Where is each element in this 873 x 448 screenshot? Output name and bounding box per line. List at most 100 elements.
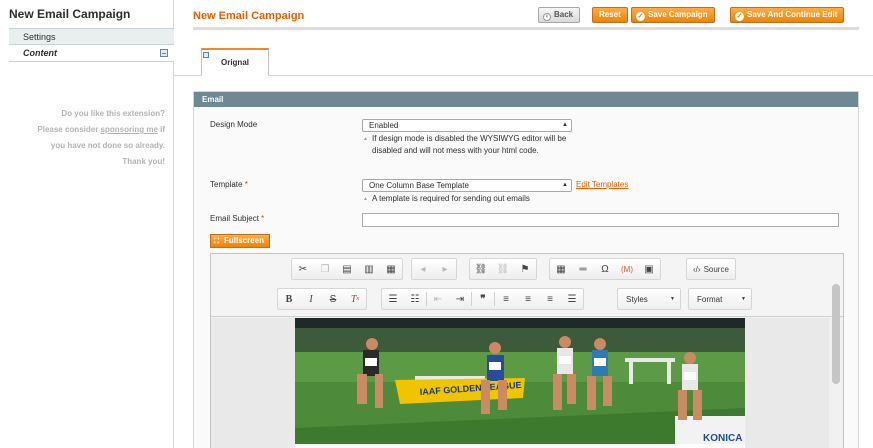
save-icon: ✓ (735, 12, 744, 21)
svg-text:KONICA: KONICA (703, 433, 742, 444)
special-char-icon[interactable]: Ω (594, 259, 616, 279)
select-arrows-icon: ▲ (562, 122, 568, 128)
sponsor-text: if (157, 125, 165, 134)
align-right-icon[interactable]: ≡ (539, 289, 561, 309)
email-body[interactable]: IAAF GOLDEN LEAGUE KONICA (295, 318, 745, 448)
sidebar: New Email Campaign Settings Content Do y… (0, 0, 174, 448)
redo-icon[interactable]: ▸ (434, 259, 456, 279)
undo-icon[interactable]: ◂ (412, 259, 434, 279)
sponsor-line: Please consider sponsoring me if (5, 122, 165, 138)
tab-label: Orignal (220, 58, 249, 67)
styles-dropdown[interactable]: Styles ▼ (617, 288, 681, 310)
template-note-text: A template is required for sending out e… (372, 194, 530, 203)
fullscreen-button[interactable]: ⛶ Fullscreen (210, 234, 271, 248)
unlink-icon[interactable]: ⛓ (492, 259, 514, 279)
paste-icon[interactable]: ▤ (336, 259, 358, 279)
required-marker: * (244, 180, 248, 189)
save-and-continue-button[interactable]: ✓ Save And Continue Edit (730, 7, 845, 23)
reset-button[interactable]: Reset (592, 7, 628, 23)
edit-templates-link[interactable]: Edit Templates (576, 180, 628, 189)
source-group: ‹/› Source (686, 258, 736, 280)
email-subject-label-text: Email Subject (210, 214, 259, 223)
bullet-list-icon[interactable]: ☷ (404, 289, 426, 309)
reset-button-label: Reset (599, 10, 621, 19)
table-icon[interactable]: ▦ (550, 259, 572, 279)
select-arrows-icon: ▲ (562, 182, 568, 188)
save-campaign-button[interactable]: ✓ Save Campaign (631, 7, 715, 23)
align-center-icon[interactable]: ≡ (517, 289, 539, 309)
sponsor-link[interactable]: sponsoring me (101, 125, 158, 134)
justify-icon[interactable]: ☰ (561, 289, 583, 309)
anchor-icon[interactable]: ⚑ (514, 259, 536, 279)
back-icon: ‹ (543, 13, 551, 21)
template-note: ▲ A template is required for sending out… (362, 193, 592, 205)
editor-scrollbar[interactable] (832, 284, 840, 384)
cut-icon[interactable]: ✂ (292, 259, 314, 279)
styles-combo[interactable]: Styles ▼ (618, 289, 680, 309)
sidebar-tab-content[interactable]: Content (9, 45, 174, 62)
design-mode-label: Design Mode (210, 120, 258, 129)
design-mode-note: ▲ If design mode is disabled the WYSIWYG… (362, 133, 592, 157)
remove-format-icon[interactable]: Tx (344, 289, 366, 309)
paste-text-icon[interactable]: ▥ (358, 259, 380, 279)
email-fieldset: Email Design Mode Enabled ▲ ▲ If design … (193, 91, 859, 448)
blockquote-icon[interactable]: ❞ (472, 289, 494, 309)
sponsor-text: Please consider (37, 125, 101, 134)
align-left-icon[interactable]: ≡ (495, 289, 517, 309)
history-group: ◂ ▸ (411, 258, 457, 280)
template-label: Template * (210, 180, 248, 189)
clipboard-group: ✂ ❐ ▤ ▥ ▦ (291, 258, 403, 280)
insert-group: ▦ ═ Ω (M) ▣ (549, 258, 661, 280)
template-select[interactable]: One Column Base Template ▲ (362, 179, 572, 192)
format-combo[interactable]: Format ▼ (689, 289, 751, 309)
image-icon[interactable]: ▣ (638, 259, 660, 279)
note-icon: ▲ (363, 136, 368, 142)
bold-icon[interactable]: B (278, 289, 300, 309)
save-continue-button-label: Save And Continue Edit (747, 10, 838, 19)
paragraph-group: ☰ ☷ ⇤ ⇥ ❞ ≡ ≡ ≡ ☰ (381, 288, 584, 310)
email-subject-label: Email Subject * (210, 214, 264, 223)
sidebar-tabs: Settings Content (9, 28, 174, 62)
template-value: One Column Base Template (369, 181, 469, 190)
section-header: Email (194, 92, 858, 107)
paste-word-icon[interactable]: ▦ (380, 259, 402, 279)
template-label-text: Template (210, 180, 243, 189)
email-subject-input[interactable] (362, 213, 839, 227)
format-label: Format (697, 294, 723, 304)
magento-widget-icon[interactable]: (M) (616, 259, 638, 279)
sponsor-line: Do you like this extension? (61, 109, 165, 118)
design-mode-select[interactable]: Enabled ▲ (362, 119, 572, 132)
fullscreen-button-label: Fullscreen (224, 236, 265, 245)
numbered-list-icon[interactable]: ☰ (382, 289, 404, 309)
content-tabs: Orignal (174, 48, 873, 76)
design-mode-note-text: If design mode is disabled the WYSIWYG e… (372, 134, 567, 155)
chevron-down-icon: ▼ (670, 296, 675, 302)
strike-icon[interactable]: S (322, 289, 344, 309)
sponsor-line: Thank you! (122, 157, 165, 166)
styles-label: Styles (626, 294, 648, 304)
format-dropdown[interactable]: Format ▼ (688, 288, 752, 310)
page-title: New Email Campaign (193, 10, 305, 22)
indent-icon[interactable]: ⇥ (449, 289, 471, 309)
sponsor-line: you have not done so already. (50, 141, 165, 150)
sidebar-tab-settings[interactable]: Settings (9, 28, 174, 45)
outdent-icon[interactable]: ⇤ (427, 289, 449, 309)
back-button[interactable]: ‹ Back (538, 7, 581, 23)
editor-document-area[interactable]: IAAF GOLDEN LEAGUE KONICA (211, 318, 829, 448)
horizontal-rule-icon[interactable]: ═ (572, 259, 594, 279)
required-marker: * (261, 214, 265, 223)
back-button-label: Back (554, 10, 574, 19)
italic-icon[interactable]: I (300, 289, 322, 309)
source-label: Source (703, 264, 729, 274)
link-icon[interactable]: ⛓ (470, 259, 492, 279)
editor-toolbar: ✂ ❐ ▤ ▥ ▦ ◂ ▸ ⛓ ⛓ ⚑ ▦ ═ Ω (M) ▣ ‹/› Sour… (211, 254, 843, 317)
sponsor-message: Do you like this extension? Please consi… (5, 106, 165, 170)
chevron-down-icon: ▼ (741, 296, 746, 302)
design-mode-value: Enabled (369, 121, 399, 130)
tab-original[interactable]: Orignal (201, 48, 269, 76)
fullscreen-icon: ⛶ (214, 238, 219, 245)
source-button[interactable]: ‹/› Source (687, 259, 735, 279)
sidebar-tab-label: Settings (23, 32, 56, 42)
link-group: ⛓ ⛓ ⚑ (469, 258, 537, 280)
copy-icon[interactable]: ❐ (314, 259, 336, 279)
